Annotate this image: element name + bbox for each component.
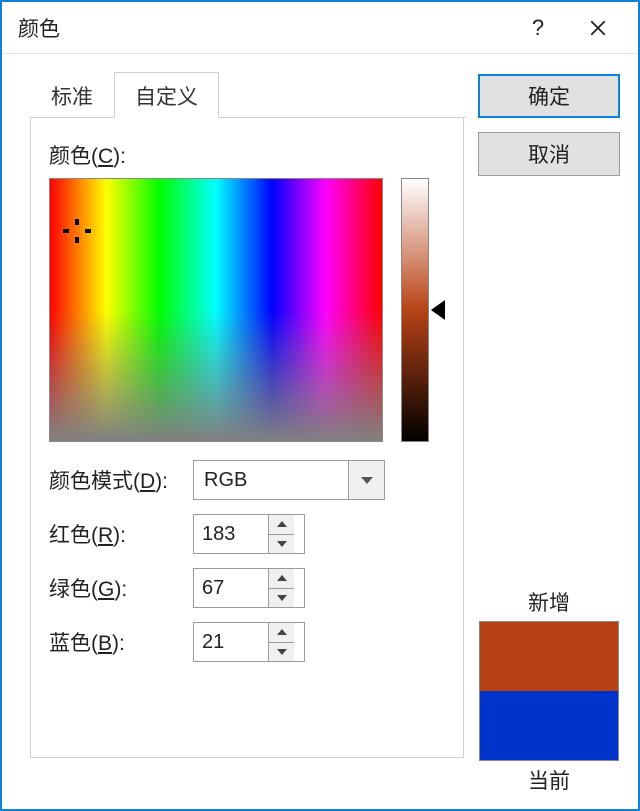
- blue-up-button[interactable]: [269, 623, 294, 643]
- cancel-button[interactable]: 取消: [478, 132, 620, 176]
- crosshair-icon: [67, 221, 87, 241]
- red-down-button[interactable]: [269, 535, 294, 554]
- tab-strip: 标准 自定义: [30, 74, 464, 118]
- cancel-label: 取消: [528, 139, 570, 169]
- ok-button[interactable]: 确定: [478, 74, 620, 118]
- row-mode: 颜色模式(D): RGB: [49, 460, 445, 500]
- green-down-button[interactable]: [269, 589, 294, 608]
- mode-select[interactable]: RGB: [193, 460, 385, 500]
- red-input[interactable]: [194, 515, 268, 553]
- green-spinner: [193, 568, 305, 608]
- preview-new-swatch: [480, 622, 618, 691]
- color-preview: [479, 621, 619, 761]
- blue-spin-buttons: [268, 623, 294, 661]
- tab-custom[interactable]: 自定义: [114, 72, 219, 118]
- luminance-pointer-icon[interactable]: [431, 300, 445, 320]
- tab-custom-label: 自定义: [135, 86, 198, 109]
- preview-current-swatch: [480, 691, 618, 760]
- left-column: 标准 自定义 颜色(C):: [30, 74, 464, 799]
- help-button[interactable]: ?: [508, 2, 568, 53]
- color-dialog: 颜色 ? 标准 自定义 颜色(C):: [0, 0, 640, 811]
- triangle-down-icon: [277, 541, 287, 547]
- dialog-title: 颜色: [18, 13, 508, 43]
- close-icon: [589, 19, 607, 37]
- green-up-button[interactable]: [269, 569, 294, 589]
- current-label: 当前: [478, 765, 620, 795]
- tab-standard-label: 标准: [51, 86, 93, 109]
- mode-dropdown-button[interactable]: [348, 461, 384, 499]
- green-spin-buttons: [268, 569, 294, 607]
- picker-row: [49, 178, 445, 442]
- ok-label: 确定: [528, 81, 570, 111]
- spacer: [478, 190, 620, 587]
- new-label: 新增: [478, 587, 620, 617]
- blue-label: 蓝色(B):: [49, 627, 181, 657]
- green-label: 绿色(G):: [49, 573, 181, 603]
- red-spin-buttons: [268, 515, 294, 553]
- close-button[interactable]: [568, 2, 628, 53]
- blue-down-button[interactable]: [269, 643, 294, 662]
- triangle-up-icon: [277, 575, 287, 581]
- mode-label: 颜色模式(D):: [49, 465, 181, 495]
- red-spinner: [193, 514, 305, 554]
- titlebar: 颜色 ?: [2, 2, 638, 54]
- triangle-up-icon: [277, 521, 287, 527]
- red-up-button[interactable]: [269, 515, 294, 535]
- dialog-body: 标准 自定义 颜色(C):: [2, 54, 638, 809]
- triangle-down-icon: [277, 649, 287, 655]
- row-blue: 蓝色(B):: [49, 622, 445, 662]
- triangle-up-icon: [277, 629, 287, 635]
- hue-sat-field[interactable]: [49, 178, 383, 442]
- right-column: 确定 取消 新增 当前: [478, 74, 620, 799]
- green-input[interactable]: [194, 569, 268, 607]
- custom-panel: 颜色(C): 颜色模式(D): RGB: [30, 118, 464, 758]
- row-red: 红色(R):: [49, 514, 445, 554]
- luminance-column: [401, 178, 445, 442]
- blue-input[interactable]: [194, 623, 268, 661]
- row-green: 绿色(G):: [49, 568, 445, 608]
- chevron-down-icon: [361, 477, 373, 484]
- triangle-down-icon: [277, 595, 287, 601]
- tab-standard[interactable]: 标准: [30, 72, 114, 118]
- colors-label: 颜色(C):: [49, 140, 445, 170]
- luminance-bar[interactable]: [401, 178, 429, 442]
- help-icon: ?: [532, 15, 544, 41]
- red-label: 红色(R):: [49, 519, 181, 549]
- mode-value: RGB: [194, 469, 348, 492]
- blue-spinner: [193, 622, 305, 662]
